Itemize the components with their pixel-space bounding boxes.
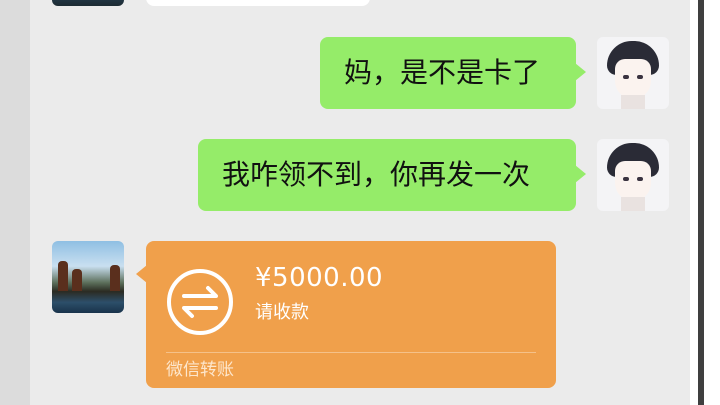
outgoing-message[interactable]: 妈，是不是卡了	[320, 37, 586, 109]
chat-window: 妈，是不是卡了 我咋领不到，你再发一次 ¥5000.00 请收款 微信转账	[0, 0, 720, 405]
left-edge	[0, 0, 30, 405]
transfer-arrows-icon	[167, 269, 233, 335]
divider	[166, 352, 536, 353]
transfer-amount: ¥5000.00	[255, 263, 384, 293]
outgoing-message[interactable]: 我咋领不到，你再发一次	[198, 139, 586, 211]
message-text: 我咋领不到，你再发一次	[222, 158, 531, 191]
sender-avatar-partial[interactable]	[52, 0, 124, 6]
sender-avatar[interactable]	[52, 241, 124, 313]
transfer-note: 请收款	[255, 302, 309, 323]
wechat-transfer-card[interactable]: ¥5000.00 请收款 微信转账	[136, 241, 556, 388]
right-edge	[690, 0, 720, 405]
user-avatar[interactable]	[597, 139, 669, 211]
incoming-bubble-partial[interactable]	[146, 0, 370, 6]
message-text: 妈，是不是卡了	[344, 56, 541, 89]
transfer-footer-label: 微信转账	[166, 360, 234, 380]
user-avatar[interactable]	[597, 37, 669, 109]
